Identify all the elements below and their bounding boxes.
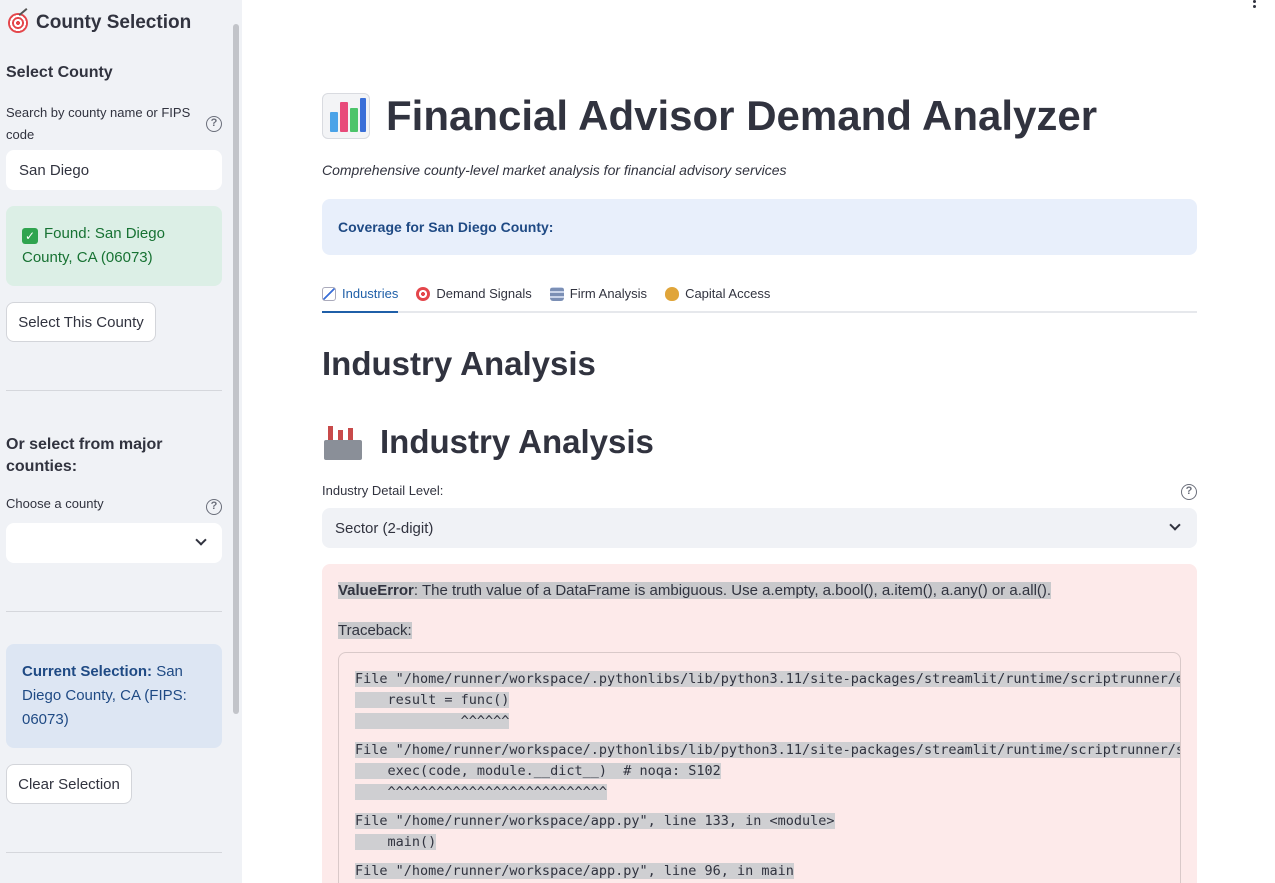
- money-bag-icon: [665, 286, 680, 301]
- current-selection-label: Current Selection:: [22, 663, 153, 680]
- tab-firm-analysis[interactable]: Firm Analysis: [549, 276, 648, 311]
- sidebar: County Selection Select County Search by…: [0, 0, 242, 883]
- chevron-down-icon: [195, 534, 207, 546]
- office-building-icon: [549, 286, 564, 301]
- page-title-text: Financial Advisor Demand Analyzer: [386, 92, 1098, 139]
- select-county-heading: Select County: [6, 64, 113, 81]
- select-this-county-label: Select This County: [18, 313, 144, 331]
- help-icon[interactable]: ?: [1181, 484, 1197, 500]
- sidebar-divider: [6, 390, 222, 391]
- detail-level-value: Sector (2-digit): [335, 519, 434, 537]
- sub-heading-text: Industry Analysis: [380, 423, 654, 460]
- error-type: ValueError: [338, 582, 414, 599]
- page-title: Financial Advisor Demand Analyzer: [322, 90, 1197, 142]
- choose-county-select[interactable]: [6, 523, 222, 563]
- search-label: Search by county name or FIPS code: [6, 105, 191, 142]
- tab-demand-signals[interactable]: Demand Signals: [416, 276, 532, 311]
- sidebar-scrollbar[interactable]: [233, 24, 239, 714]
- traceback-frame: File "/home/runner/workspace/.pythonlibs…: [355, 740, 1180, 803]
- chart-increasing-icon: [322, 286, 336, 301]
- error-text: : The truth value of a DataFrame is ambi…: [413, 582, 1052, 599]
- help-icon[interactable]: ?: [206, 499, 222, 515]
- sub-heading: Industry Analysis: [322, 420, 654, 464]
- check-mark-icon: ✓: [22, 228, 38, 244]
- bar-chart-icon: [322, 93, 370, 139]
- page-caption: Comprehensive county-level market analys…: [322, 162, 787, 178]
- traceback-label: Traceback:: [338, 622, 412, 639]
- coverage-info: Coverage for San Diego County:: [322, 199, 1197, 255]
- county-search-input[interactable]: San Diego: [6, 150, 222, 190]
- section-heading: Industry Analysis: [322, 345, 596, 382]
- current-selection-info: Current Selection: San Diego County, CA …: [6, 644, 222, 748]
- select-this-county-button[interactable]: Select This County: [6, 302, 156, 342]
- help-icon[interactable]: ?: [206, 116, 222, 132]
- traceback-frame: File "/home/runner/workspace/app.py", li…: [355, 813, 835, 850]
- sidebar-title: County Selection: [8, 12, 191, 34]
- traceback-frame: File "/home/runner/workspace/.pythonlibs…: [355, 669, 1180, 732]
- target-icon: [8, 13, 28, 33]
- traceback-frame: File "/home/runner/workspace/app.py", li…: [355, 863, 794, 879]
- target-icon: [416, 286, 431, 301]
- factory-icon: [322, 422, 366, 462]
- sidebar-divider: [6, 611, 222, 612]
- detail-level-select[interactable]: Sector (2-digit): [322, 508, 1197, 548]
- detail-level-label: Industry Detail Level:: [322, 483, 444, 498]
- choose-county-label: Choose a county: [6, 496, 104, 511]
- county-search-value: San Diego: [19, 161, 90, 179]
- sidebar-divider: [6, 852, 222, 853]
- major-counties-heading: Or select from major counties:: [6, 436, 163, 475]
- found-text: Found: San Diego County, CA (06073): [22, 225, 165, 266]
- main-menu-icon[interactable]: [1252, 0, 1258, 12]
- sidebar-title-text: County Selection: [36, 12, 192, 33]
- clear-selection-button[interactable]: Clear Selection: [6, 764, 132, 804]
- clear-selection-label: Clear Selection: [18, 775, 120, 793]
- error-message: ValueError: The truth value of a DataFra…: [338, 582, 1052, 599]
- tab-label: Industries: [342, 286, 399, 301]
- error-alert: ValueError: The truth value of a DataFra…: [322, 564, 1197, 883]
- tab-label: Demand Signals: [436, 286, 532, 301]
- tab-capital-access[interactable]: Capital Access: [665, 276, 770, 311]
- tab-industries[interactable]: Industries: [322, 276, 399, 313]
- tab-label: Firm Analysis: [569, 286, 648, 301]
- tab-label: Capital Access: [685, 286, 771, 301]
- traceback-code[interactable]: File "/home/runner/workspace/.pythonlibs…: [338, 652, 1181, 883]
- tab-bar: Industries Demand Signals Firm Analysis …: [322, 276, 1197, 313]
- found-alert: ✓ Found: San Diego County, CA (06073): [6, 206, 222, 286]
- chevron-down-icon: [1169, 519, 1181, 531]
